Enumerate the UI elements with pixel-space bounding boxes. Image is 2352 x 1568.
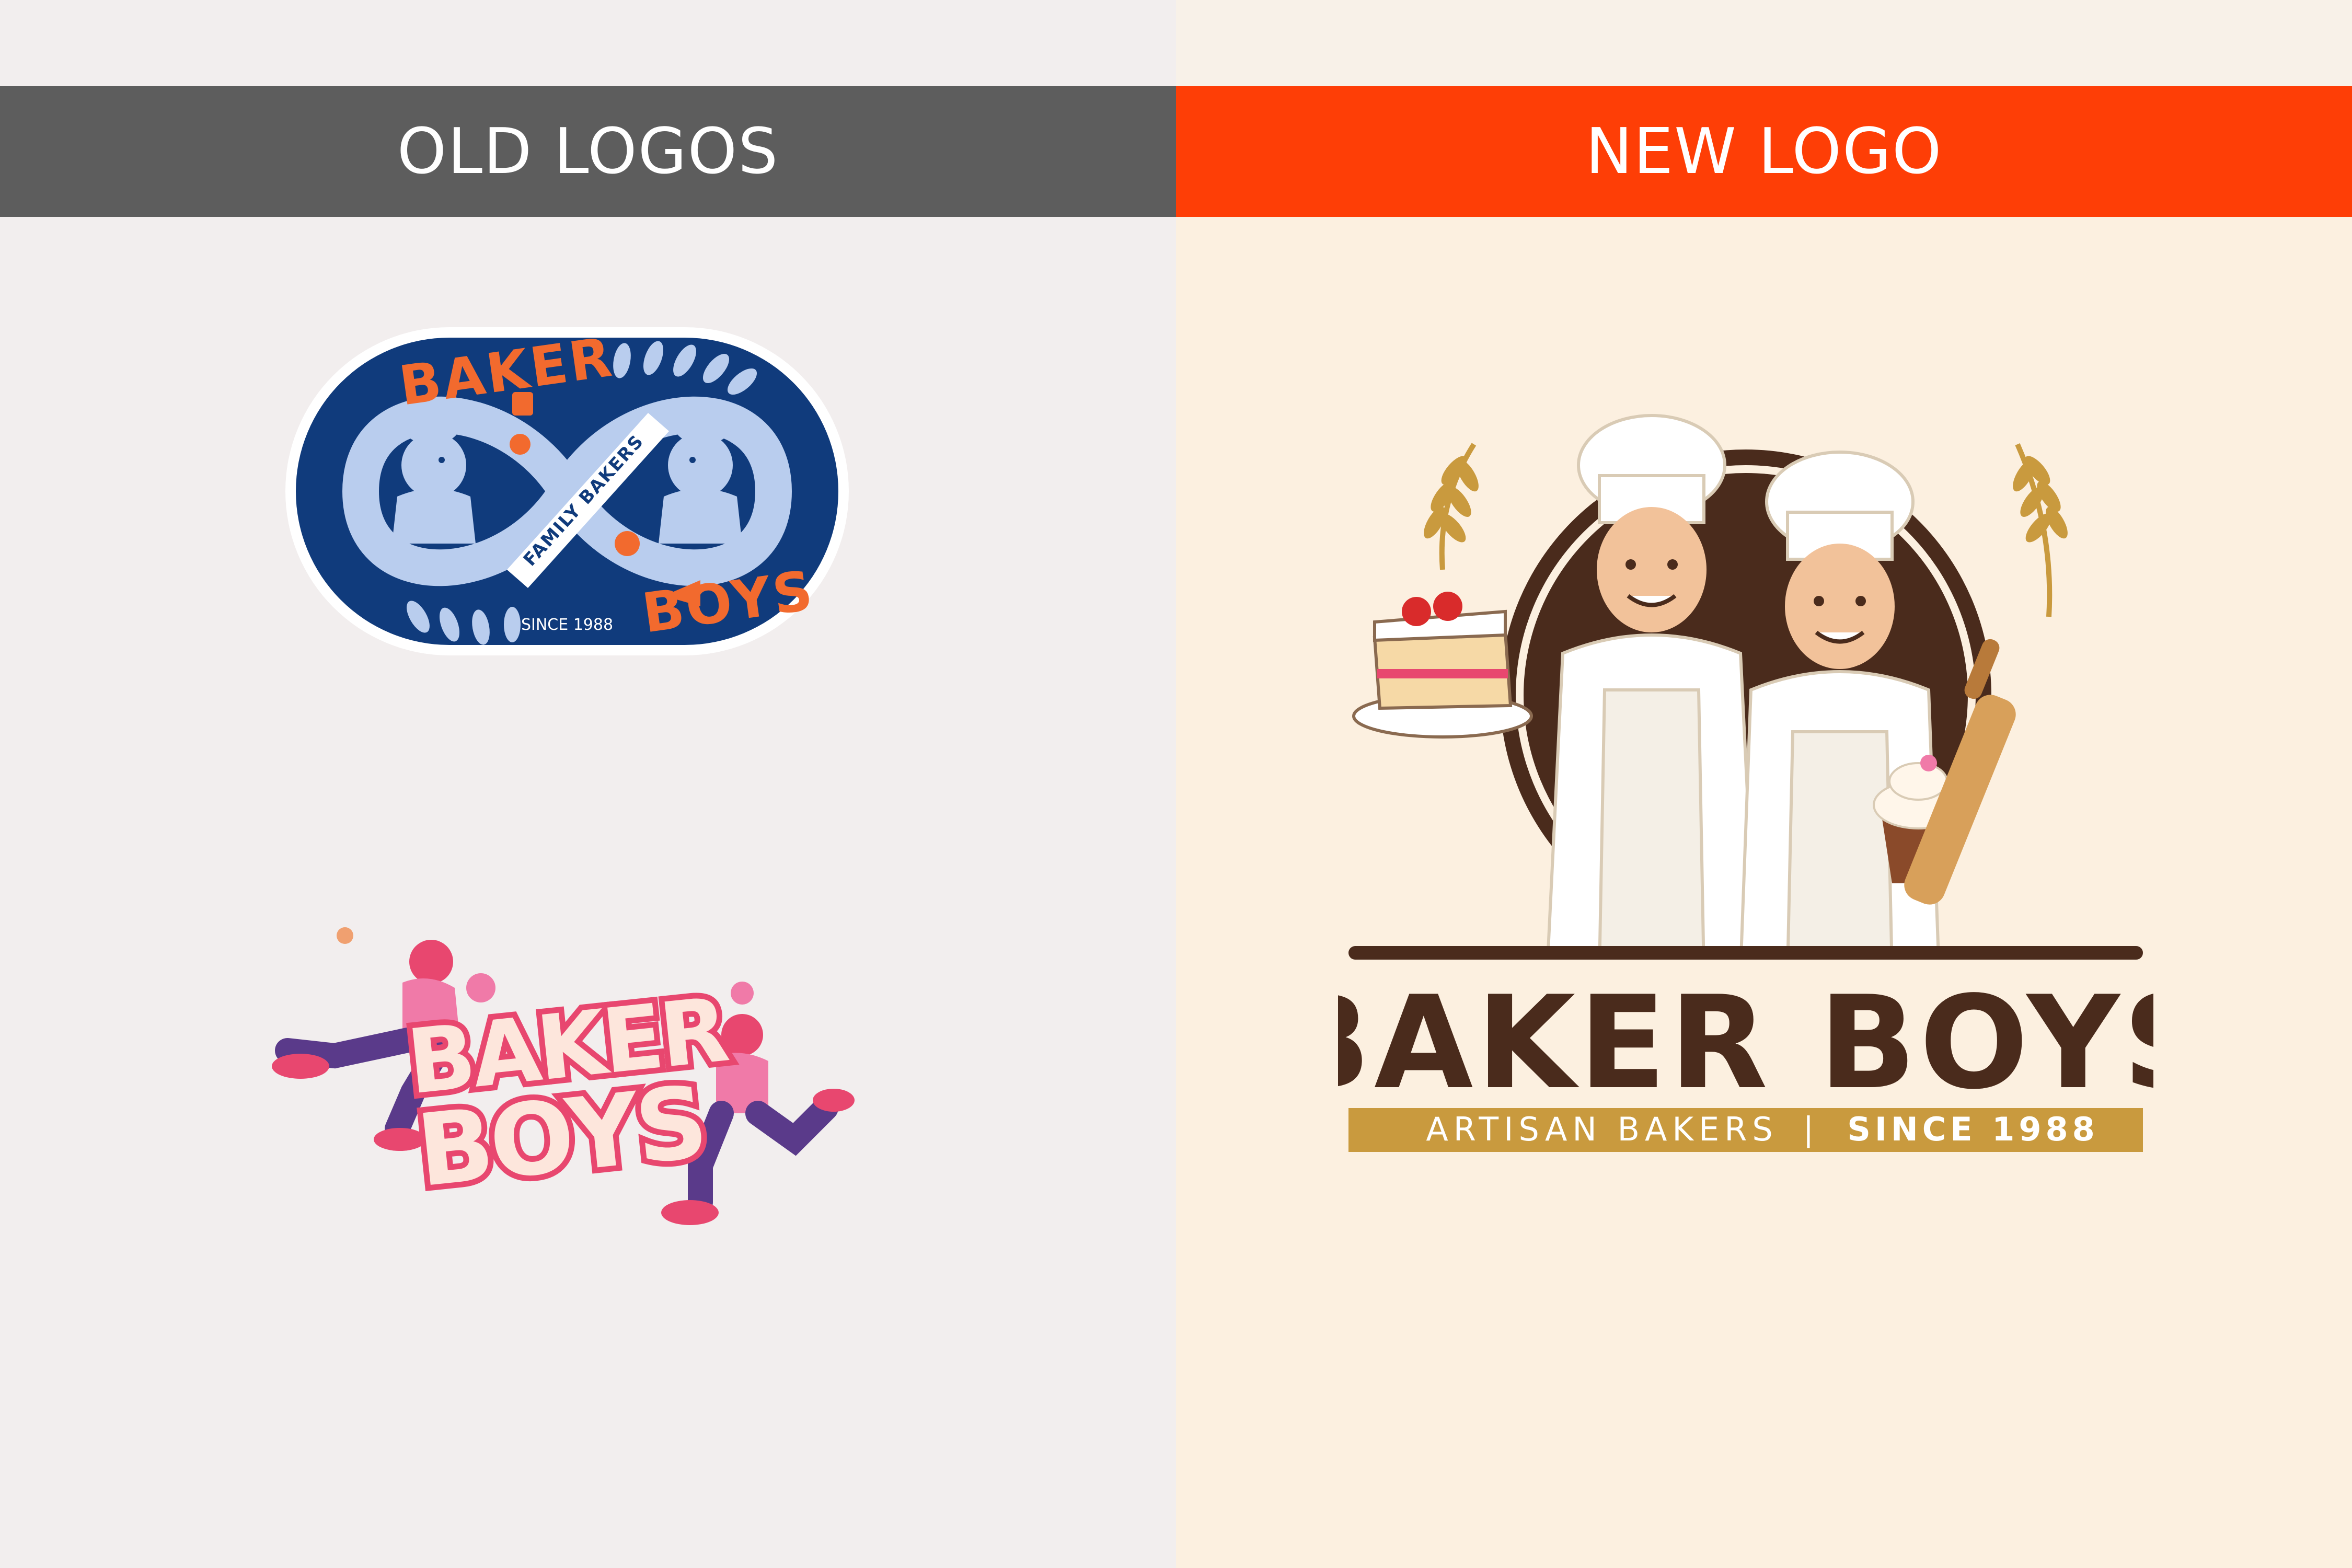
new-logo-tagline-left: ARTISAN BAKERS xyxy=(1426,1110,1778,1148)
old-logos-panel xyxy=(0,0,1176,1568)
old-logo-badge: FAMILY BAKERS BAKER BOYS SINCE 1988 xyxy=(285,325,849,655)
old-logos-heading: OLD LOGOS xyxy=(0,86,1176,217)
new-logo: BAKER BOYS ARTISAN BAKERS | SINCE 1988 xyxy=(1338,414,2153,1160)
new-logo-wordmark: BAKER BOYS xyxy=(1338,969,2153,1117)
cake-slice-icon xyxy=(1352,592,1533,739)
new-logo-tagline-divider: | xyxy=(1803,1110,1814,1149)
old-logo-since: SINCE 1988 xyxy=(521,616,613,634)
old-logo-playful: BAKER BAKER BOYS BOYS xyxy=(272,927,855,1225)
wheat-left-icon xyxy=(1424,443,1479,570)
new-logo-heading: NEW LOGO xyxy=(1176,86,2352,217)
new-logo-tagline-right: SINCE 1988 xyxy=(1847,1110,2099,1148)
wheat-right-icon xyxy=(2013,443,2068,617)
